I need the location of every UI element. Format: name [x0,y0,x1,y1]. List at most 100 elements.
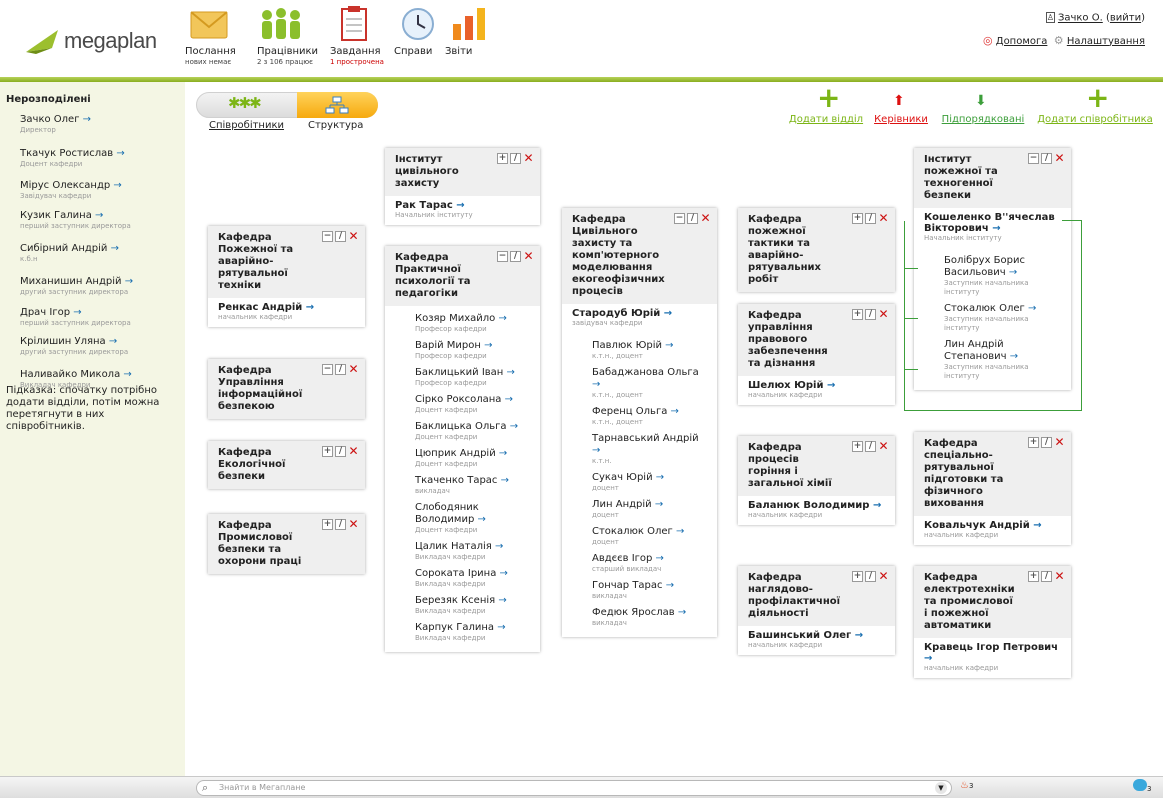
alerts-indicator[interactable]: ♨3 [960,780,973,791]
sidebar-person[interactable]: Драч Ігор → перший заступник директора [20,307,131,327]
delete-icon[interactable]: ✕ [523,152,534,164]
delete-icon[interactable]: ✕ [348,518,359,530]
employee-name[interactable]: Тарнавський Андрій → [592,433,707,457]
employee-item[interactable]: Баклицька Ольга → Доцент кафедри [385,418,540,445]
employee-item[interactable]: Сороката Ірина → Викладач кафедри [385,565,540,592]
employee-name[interactable]: Стокалюк Олег → [592,526,707,538]
employee-name[interactable]: Варій Мирон → [415,340,530,352]
logout-link[interactable]: вийти [1110,13,1141,24]
department-header[interactable]: Інститут пожежної та техногенної безпеки… [914,148,1071,208]
edit-icon[interactable]: ∕ [510,153,521,164]
collapse-icon[interactable]: + [1028,571,1039,582]
department-header[interactable]: Кафедра електротехніки та промислової і … [914,566,1071,638]
employee-item[interactable]: Ткаченко Тарас → викладач [385,472,540,499]
head-name[interactable]: Башинський Олег → [748,630,885,641]
department-header[interactable]: Кафедра Управління інформаційної безпеко… [208,359,365,419]
department-card[interactable]: Кафедра управління правового забезпеченн… [738,304,895,405]
delete-icon[interactable]: ✕ [700,212,711,224]
department-head[interactable]: Шелюх Юрій → начальник кафедри [738,376,895,405]
employee-item[interactable]: Бабаджанова Ольга → к.т.н., доцент [562,364,717,403]
edit-icon[interactable]: ∕ [1041,571,1052,582]
department-header[interactable]: Кафедра пожежної тактики та аварійно-рят… [738,208,895,292]
head-name[interactable]: Рак Тарас → [395,200,530,211]
department-card[interactable]: Кафедра Практичної психології та педагог… [385,246,540,652]
delete-icon[interactable]: ✕ [878,308,889,320]
department-head[interactable]: Ренкас Андрій → начальник кафедри [208,298,365,327]
department-header[interactable]: Кафедра Пожежної та аварійно-рятувальної… [208,226,365,298]
employee-item[interactable]: Сукач Юрій → доцент [562,469,717,496]
employee-name[interactable]: Баклицька Ольга → [415,421,530,433]
collapse-icon[interactable]: + [497,153,508,164]
department-header[interactable]: Кафедра Практичної психології та педагог… [385,246,540,306]
department-card[interactable]: Кафедра електротехніки та промислової і … [914,566,1071,678]
collapse-icon[interactable]: + [852,571,863,582]
tab-structure[interactable]: Структура [308,120,363,131]
edit-icon[interactable]: ∕ [335,446,346,457]
collapse-icon[interactable]: + [852,441,863,452]
edit-icon[interactable]: ∕ [335,519,346,530]
collapse-icon[interactable]: − [322,364,333,375]
sidebar-person[interactable]: Зачко Олег → Директор [20,114,91,134]
department-card[interactable]: Кафедра процесів горіння і загальної хім… [738,436,895,525]
person-name[interactable]: Зачко Олег → [20,114,91,125]
collapse-icon[interactable]: − [1028,153,1039,164]
edit-icon[interactable]: ∕ [865,213,876,224]
delete-icon[interactable]: ✕ [1054,570,1065,582]
edit-icon[interactable]: ∕ [1041,153,1052,164]
sidebar-person[interactable]: Кузик Галина → перший заступник директора [20,210,131,230]
employee-item[interactable]: Цалик Наталія → Викладач кафедри [385,538,540,565]
sidebar-person[interactable]: Крілишин Уляна → другий заступник директо… [20,336,128,356]
employee-name[interactable]: Ференц Ольга → [592,406,707,418]
employee-item[interactable]: Тарнавський Андрій → к.т.н. [562,430,717,469]
search-input[interactable]: Знайти в Мегаплане [219,783,305,792]
employee-name[interactable]: Гончар Тарас → [592,580,707,592]
collapse-icon[interactable]: + [852,309,863,320]
employee-item[interactable]: Авдєєв Ігор → старший викладач [562,550,717,577]
employee-item[interactable]: Варій Мирон → Професор кафедри [385,337,540,364]
person-name[interactable]: Крілишин Уляна → [20,336,128,347]
delete-icon[interactable]: ✕ [1054,152,1065,164]
employee-name[interactable]: Цюприк Андрій → [415,448,530,460]
help-link[interactable]: Допомога [996,36,1048,47]
collapse-icon[interactable]: − [322,231,333,242]
department-card[interactable]: Кафедра Управління інформаційної безпеко… [208,359,365,419]
department-card[interactable]: Кафедра спеціально-рятувальної підготовк… [914,432,1071,545]
employee-name[interactable]: Баклицький Іван → [415,367,530,379]
department-head[interactable]: Ковальчук Андрій → начальник кафедри [914,516,1071,545]
head-name[interactable]: Кравець Ігор Петрович → [924,642,1061,664]
global-search[interactable]: ⌕ Знайти в Мегаплане ▼ [196,780,952,796]
department-head[interactable]: Баланюк Володимир → начальник кафедри [738,496,895,525]
department-header[interactable]: Кафедра управління правового забезпеченн… [738,304,895,376]
employee-item[interactable]: Федюк Ярослав → викладач [562,604,717,631]
sidebar-person[interactable]: Миханишин Андрій → другий заступник дирек… [20,276,133,296]
person-name[interactable]: Кузик Галина → [20,210,131,221]
department-card[interactable]: Інститут цивільного захисту + ∕ ✕ Рак Тарас … [385,148,540,225]
delete-icon[interactable]: ✕ [348,445,359,457]
head-name[interactable]: Шелюх Юрій → [748,380,885,391]
managers-link[interactable]: Керівники [874,114,928,125]
employee-name[interactable]: Цалик Наталія → [415,541,530,553]
delete-icon[interactable]: ✕ [878,212,889,224]
megaplan-logo[interactable]: megaplan [22,20,157,58]
add-employee-link[interactable]: Додати співробітника [1037,114,1153,125]
person-name[interactable]: Наливайко Микола → [20,369,132,380]
department-head[interactable]: Кравець Ігор Петрович → начальник кафедри [914,638,1071,678]
head-name[interactable]: Стародуб Юрій → [572,308,707,319]
person-name[interactable]: Миханишин Андрій → [20,276,133,287]
employee-item[interactable]: Стокалюк Олег → доцент [562,523,717,550]
department-header[interactable]: Кафедра процесів горіння і загальної хім… [738,436,895,496]
employee-name[interactable]: Сороката Ірина → [415,568,530,580]
sidebar-person[interactable]: Сибірний Андрій → к.б.н [20,243,119,263]
collapse-icon[interactable]: + [852,213,863,224]
department-card[interactable]: Кафедра пожежної тактики та аварійно-рят… [738,208,895,292]
employee-item[interactable]: Баклицький Іван → Професор кафедри [385,364,540,391]
person-name[interactable]: Драч Ігор → [20,307,131,318]
employee-name[interactable]: Сірко Роксолана → [415,394,530,406]
chevron-down-icon[interactable]: ▼ [935,782,947,794]
department-card[interactable]: Кафедра Промислової безпеки та охорони п… [208,514,365,574]
employee-item[interactable]: Березяк Ксенія → Викладач кафедри [385,592,540,619]
department-head[interactable]: Стародуб Юрій → завідувач кафедри [562,304,717,333]
edit-icon[interactable]: ∕ [1041,437,1052,448]
sidebar-person[interactable]: Міруc Олександр → Завідувач кафедри [20,180,122,200]
head-name[interactable]: Баланюк Володимир → [748,500,885,511]
